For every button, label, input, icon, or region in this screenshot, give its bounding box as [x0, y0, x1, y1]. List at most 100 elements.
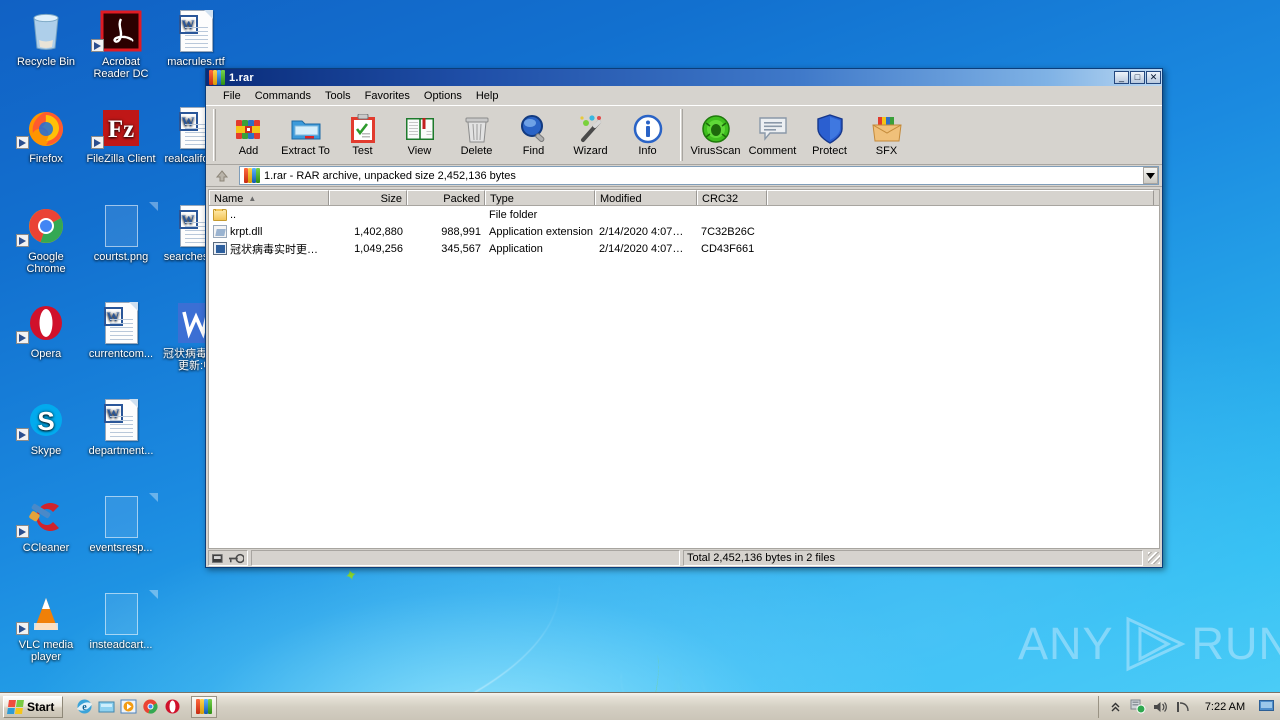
desktop-icon-3[interactable]: Firefox	[10, 105, 82, 165]
media-player-icon[interactable]	[119, 698, 137, 716]
resize-grip[interactable]	[1148, 552, 1160, 564]
toolbar-button-view[interactable]: View	[391, 109, 448, 161]
desktop-icon-2[interactable]: Wmacrules.rtf	[160, 8, 232, 68]
desktop-icon-13[interactable]: Wdepartment...	[85, 397, 157, 457]
column-header-label: Packed	[443, 192, 480, 205]
quick-launch-bar[interactable]: e	[75, 698, 181, 716]
column-header-label: Type	[490, 192, 514, 205]
file-list-header[interactable]: Name ▲ Size Packed Type Modified CRC32	[209, 190, 1159, 206]
opera-icon[interactable]	[163, 698, 181, 716]
shortcut-arrow-icon	[91, 136, 104, 149]
desktop-icon-4[interactable]: Fz FileZilla Client	[85, 105, 157, 165]
table-row[interactable]: .. File folder	[209, 206, 1159, 223]
show-hidden-icons-icon[interactable]	[1107, 699, 1123, 715]
toolbar-button-extract-to[interactable]: Extract To	[277, 109, 334, 161]
cell-text: 345,567	[441, 242, 481, 255]
toolbar-button-label: Add	[238, 145, 259, 157]
desktop-icon-10[interactable]: Wcurrentcom...	[85, 300, 157, 360]
desktop-icon-9[interactable]: Opera	[10, 300, 82, 360]
menu-bar[interactable]: File Commands Tools Favorites Options Help	[206, 86, 1162, 105]
toolbar-grip[interactable]	[213, 109, 216, 161]
toolbar-separator	[680, 109, 683, 161]
toolbar-button-sfx[interactable]: SFX	[858, 109, 915, 161]
toolbar-button-wizard[interactable]: Wizard	[562, 109, 619, 161]
window-titlebar[interactable]: 1.rar _ □ ✕	[206, 69, 1162, 86]
volume-icon[interactable]	[1153, 699, 1169, 715]
start-button[interactable]: Start	[3, 695, 64, 718]
cell-name: ..	[209, 208, 329, 221]
column-header-name[interactable]: Name ▲	[209, 190, 329, 205]
show-desktop-icon[interactable]	[97, 698, 115, 716]
file-list[interactable]: Name ▲ Size Packed Type Modified CRC32 .. File …	[208, 189, 1160, 549]
chevron-down-icon[interactable]	[1143, 167, 1158, 184]
folder-up-icon	[213, 208, 227, 221]
minimize-icon: _	[1118, 72, 1124, 82]
up-one-level-button[interactable]	[209, 165, 235, 186]
google-chrome-icon[interactable]	[141, 698, 159, 716]
toolbar-button-find[interactable]: Find	[505, 109, 562, 161]
desktop-icon-1[interactable]: Acrobat Reader DC	[85, 8, 157, 80]
column-header-size[interactable]: Size	[329, 190, 407, 205]
table-row[interactable]: 冠状病毒实时更… 1,049,256 345,567 Application 2/14/…	[209, 240, 1159, 257]
maximize-button[interactable]: □	[1130, 71, 1145, 84]
wizard-wand-icon	[575, 113, 607, 145]
close-button[interactable]: ✕	[1146, 71, 1161, 84]
watermark-text-right: RUN	[1191, 618, 1280, 669]
column-header-blank[interactable]	[767, 190, 1154, 205]
menu-item-options[interactable]: Options	[417, 88, 469, 104]
taskbar-tasks[interactable]	[191, 695, 218, 718]
taskbar-clock[interactable]: 7:22 AM	[1199, 701, 1251, 713]
shortcut-arrow-icon	[91, 39, 104, 52]
desktop-icon-6[interactable]: Google Chrome	[10, 203, 82, 275]
toolbar-button-virusscan[interactable]: VirusScan	[687, 109, 744, 161]
desktop-icon-12[interactable]: S Skype	[10, 397, 82, 457]
anyrun-watermark: ANY RUN	[1018, 608, 1280, 680]
toolbar-button-comment[interactable]: Comment	[744, 109, 801, 161]
toolbar-button-info[interactable]: Info	[619, 109, 676, 161]
action-center-icon[interactable]	[1130, 699, 1146, 715]
menu-item-favorites[interactable]: Favorites	[358, 88, 417, 104]
system-tray[interactable]: 7:22 AM	[1098, 695, 1278, 718]
cell-modified: 2/14/2020 4:07…	[595, 243, 697, 255]
menu-item-tools[interactable]: Tools	[318, 88, 358, 104]
internet-explorer-icon[interactable]: e	[75, 698, 93, 716]
toolbar-button-test[interactable]: Test	[334, 109, 391, 161]
taskbar-task-1rar[interactable]	[191, 695, 218, 718]
toolbar-button-label: Wizard	[573, 145, 608, 157]
path-bar[interactable]: 1.rar - RAR archive, unpacked size 2,452…	[206, 165, 1162, 187]
toolbar-button-delete[interactable]: Delete	[448, 109, 505, 161]
cell-modified: 2/14/2020 4:07…	[595, 226, 697, 238]
archive-path-field[interactable]: 1.rar - RAR archive, unpacked size 2,452…	[239, 166, 1159, 185]
cell-crc32: 7C32B26C	[697, 226, 767, 238]
desktop-icon-label: Recycle Bin	[16, 56, 76, 68]
desktop-icon-0[interactable]: Recycle Bin	[10, 8, 82, 68]
dll-file-icon	[213, 225, 227, 238]
taskbar[interactable]: Start e 7:22 AM	[0, 692, 1280, 720]
cell-text: CD43F661	[701, 242, 755, 255]
column-header-crc32[interactable]: CRC32	[697, 190, 767, 205]
minimize-button[interactable]: _	[1114, 71, 1129, 84]
cell-text: File folder	[489, 208, 538, 221]
table-row[interactable]: krpt.dll 1,402,880 988,991 Application exte…	[209, 223, 1159, 240]
winrar-window[interactable]: 1.rar _ □ ✕ File Commands Tools Favorites Op…	[205, 68, 1163, 568]
network-icon[interactable]	[1176, 699, 1192, 715]
desktop-icon-7[interactable]: courtst.png	[85, 203, 157, 263]
google-chrome-icon	[10, 203, 82, 249]
column-header-packed[interactable]: Packed	[407, 190, 485, 205]
show-desktop-button[interactable]	[1258, 699, 1274, 715]
file-list-body[interactable]: .. File folder krpt.dll 1,402,880 988,991 App…	[209, 206, 1159, 257]
column-header-type[interactable]: Type	[485, 190, 595, 205]
toolbar-button-add[interactable]: Add	[220, 109, 277, 161]
menu-item-help[interactable]: Help	[469, 88, 506, 104]
desktop-icon-label: Firefox	[29, 153, 63, 165]
menu-item-file[interactable]: File	[216, 88, 248, 104]
desktop-icon-17[interactable]: insteadcart...	[85, 591, 157, 651]
menu-item-commands[interactable]: Commands	[248, 88, 318, 104]
toolbar[interactable]: Add Extract To Test View Delete Find Wizard Inf…	[206, 105, 1162, 165]
column-header-modified[interactable]: Modified	[595, 190, 697, 205]
desktop-icon-16[interactable]: VLC media player	[10, 591, 82, 663]
toolbar-button-label: Protect	[812, 145, 847, 157]
desktop-icon-14[interactable]: CCleaner	[10, 494, 82, 554]
desktop-icon-15[interactable]: eventsresp...	[85, 494, 157, 554]
toolbar-button-protect[interactable]: Protect	[801, 109, 858, 161]
